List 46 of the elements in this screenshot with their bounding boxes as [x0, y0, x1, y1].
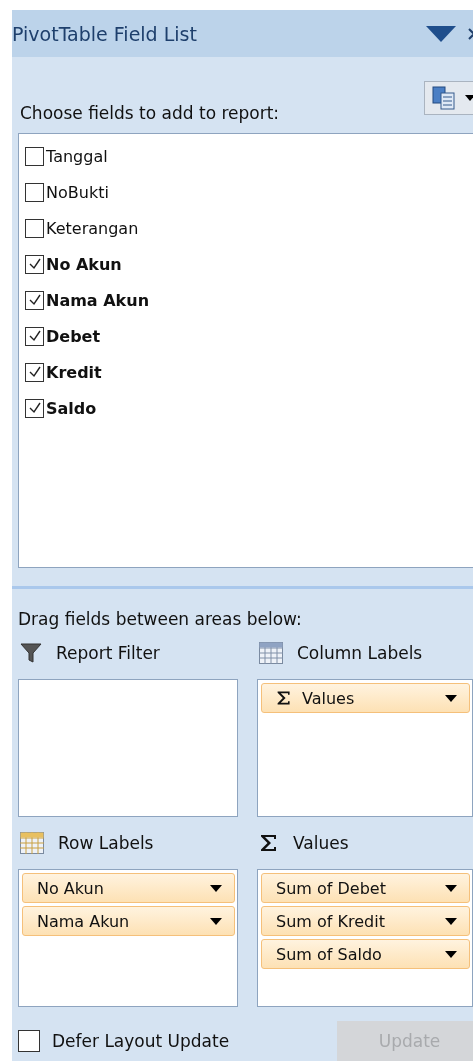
checkbox[interactable] [25, 290, 44, 310]
checkbox[interactable] [25, 218, 44, 238]
area-title: Report Filter [56, 643, 160, 663]
filter-icon [20, 643, 42, 663]
checkbox[interactable] [25, 326, 44, 346]
field-button[interactable]: No Akun [22, 873, 235, 903]
field-label[interactable]: No Akun [46, 254, 122, 274]
layout-button[interactable] [424, 81, 473, 116]
checkbox[interactable] [25, 146, 44, 166]
field-label[interactable]: Tanggal [46, 146, 108, 166]
caret-icon [445, 950, 457, 958]
section-label: Choose fields to add to report: [20, 103, 280, 124]
field-button[interactable]: Sum of Debet [261, 873, 470, 903]
window-title: PivotTable Field List [12, 22, 198, 45]
area-title: Values [293, 833, 349, 853]
documents-icon [431, 85, 457, 112]
field-button[interactable]: Values [261, 683, 470, 713]
area-title: Column Labels [297, 643, 423, 663]
checkbox[interactable] [25, 182, 44, 202]
caret-icon [210, 884, 222, 892]
sigma-icon [276, 690, 292, 706]
area-title: Row Labels [58, 833, 154, 853]
field-label[interactable]: NoBukti [46, 182, 109, 202]
field-button[interactable]: Nama Akun [22, 906, 235, 936]
checkbox[interactable] [25, 254, 44, 274]
sigma-icon [259, 833, 279, 853]
dropdown-icon[interactable] [426, 25, 456, 42]
caret-icon [445, 884, 457, 892]
field-label[interactable]: Nama Akun [46, 290, 150, 310]
checkbox[interactable] [18, 1030, 40, 1052]
caret-icon [445, 694, 457, 702]
field-label[interactable]: Kredit [46, 362, 102, 382]
field-label[interactable]: Keterangan [46, 218, 139, 238]
field-label[interactable]: Debet [46, 326, 101, 346]
caret-icon [210, 917, 222, 925]
caret-icon [465, 95, 473, 102]
field-label[interactable]: Saldo [46, 398, 97, 418]
grid-icon [20, 832, 44, 854]
checkbox[interactable] [25, 362, 44, 382]
field-button[interactable]: Sum of Kredit [261, 906, 470, 936]
checkbox-label[interactable]: Defer Layout Update [52, 1031, 337, 1051]
field-button[interactable]: Sum of Saldo [261, 939, 470, 969]
grid-icon [259, 642, 283, 664]
caret-icon [445, 917, 457, 925]
checkbox[interactable] [25, 398, 44, 418]
section-label: Drag fields between areas below: [17, 609, 303, 629]
